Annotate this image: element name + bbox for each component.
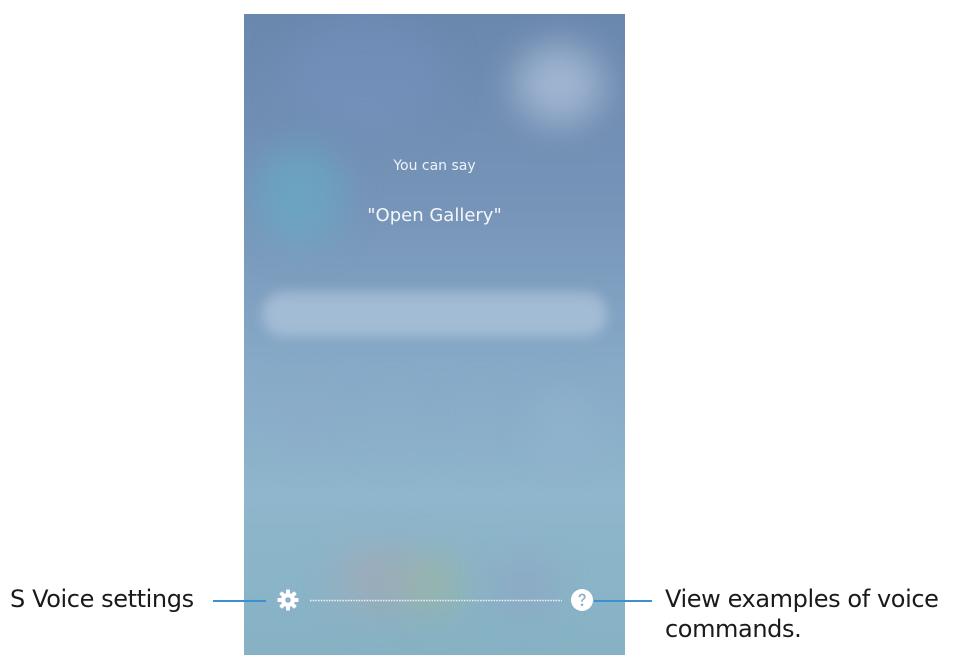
hint-command: "Open Gallery" bbox=[367, 205, 502, 226]
callout-line-help bbox=[594, 600, 652, 602]
question-icon bbox=[571, 589, 593, 611]
background-blur bbox=[274, 394, 334, 454]
background-blur bbox=[284, 14, 444, 134]
background-blur bbox=[454, 399, 509, 454]
hint-label: You can say bbox=[393, 158, 476, 174]
callout-settings-label: S Voice settings bbox=[10, 585, 194, 613]
background-blur bbox=[364, 399, 419, 454]
background-blur bbox=[534, 394, 594, 454]
callout-line-settings bbox=[213, 600, 266, 602]
callout-help-line-2: commands. bbox=[665, 615, 802, 643]
s-voice-screen: You can say "Open Gallery" bbox=[244, 14, 625, 655]
gear-icon bbox=[277, 589, 299, 611]
voice-bottom-bar bbox=[244, 586, 625, 616]
settings-button[interactable] bbox=[276, 588, 300, 612]
page: You can say "Open Gallery" S Voice setti… bbox=[0, 0, 957, 655]
background-blur bbox=[514, 44, 604, 124]
background-blur bbox=[262, 292, 607, 336]
callout-help-line-1: View examples of voice bbox=[665, 585, 939, 613]
voice-waveform bbox=[310, 599, 562, 602]
help-button[interactable] bbox=[570, 588, 594, 612]
callout-help-label: View examples of voice commands. bbox=[665, 584, 955, 644]
